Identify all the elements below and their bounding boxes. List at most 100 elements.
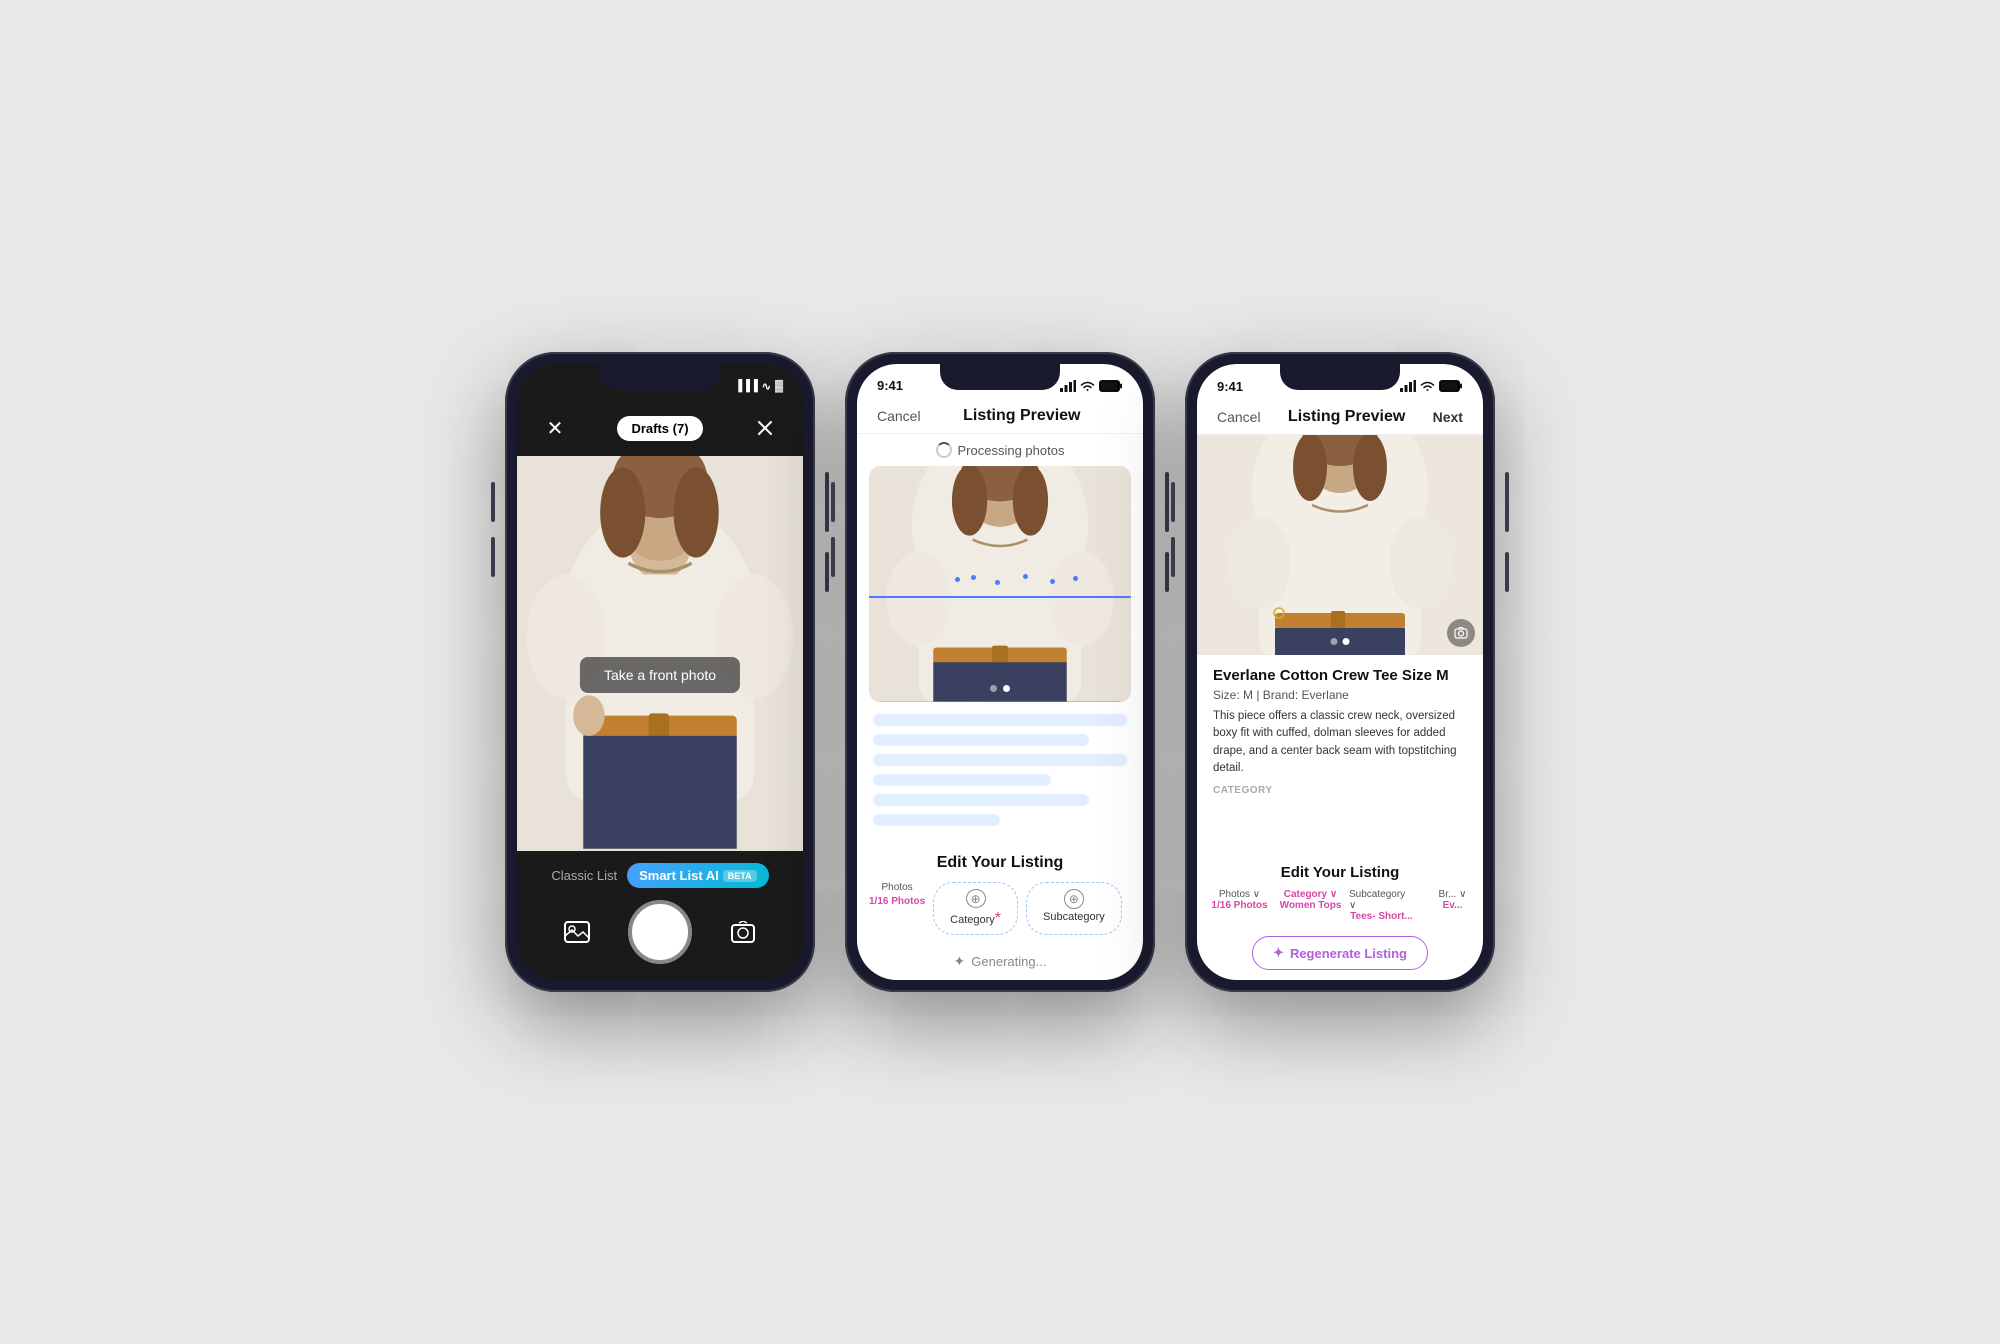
- scan-dots: [948, 572, 1105, 592]
- category-tab-value-3: Women Tops: [1280, 900, 1342, 911]
- camera-screen: ▐▐▐ ∿ ▓ ✕ Drafts (7): [517, 364, 803, 980]
- person-svg: [517, 456, 803, 851]
- listing-subtitle: Size: M | Brand: Everlane: [1213, 688, 1467, 702]
- processing-screen: 9:41: [857, 364, 1143, 980]
- cancel-button-3[interactable]: Cancel: [1217, 409, 1261, 425]
- cancel-button-2[interactable]: Cancel: [877, 408, 921, 424]
- nav-bar-3: Cancel Listing Preview Next: [1197, 400, 1483, 435]
- camera-bottom: Classic List Smart List AI BETA: [517, 851, 803, 980]
- processing-header: Processing photos: [857, 434, 1143, 466]
- skeleton-area: [857, 702, 1143, 846]
- battery-icon-3: [1439, 380, 1463, 392]
- camera-viewfinder: Take a front photo: [517, 456, 803, 851]
- signal-icon: ▐▐▐: [734, 380, 757, 392]
- skeleton-2: [873, 734, 1089, 746]
- detail-dot-2: [1343, 638, 1350, 645]
- subcategory-tab-value-3: Tees- Short...: [1350, 911, 1413, 922]
- gallery-icon: [564, 921, 590, 943]
- status-icons-3: [1400, 380, 1463, 392]
- image-dots: [990, 685, 1010, 692]
- regen-label: Regenerate Listing: [1290, 946, 1407, 961]
- img-dot-1: [990, 685, 997, 692]
- subcategory-tab[interactable]: ⊕ Subcategory: [1026, 882, 1122, 935]
- photos-tab-bottom: 1/16 Photos: [869, 896, 925, 907]
- classic-mode-label[interactable]: Classic List: [551, 868, 617, 883]
- listing-detail-image: [1197, 435, 1483, 655]
- wifi-icon: ∿: [762, 380, 771, 393]
- category-tab-3[interactable]: Category ∨ Women Tops: [1278, 889, 1343, 922]
- scan-dot-5: [1050, 579, 1055, 584]
- flip-camera-button[interactable]: [723, 912, 763, 952]
- next-button-3[interactable]: Next: [1433, 409, 1463, 425]
- listing-detail-screen: 9:41: [1197, 364, 1483, 980]
- img-dot-2: [1003, 685, 1010, 692]
- battery-icon: ▓: [775, 380, 783, 392]
- skeleton-1: [873, 714, 1127, 726]
- camera-edit-icon[interactable]: [1447, 619, 1475, 647]
- scan-dot-4: [1023, 574, 1028, 579]
- take-photo-overlay: Take a front photo: [580, 657, 740, 693]
- regen-icon: ✦: [1273, 945, 1284, 961]
- phone-3: 9:41: [1185, 352, 1495, 992]
- subcategory-tab-top-3: Subcategory ∨: [1349, 889, 1414, 911]
- wifi-icon-3: [1420, 380, 1435, 392]
- close-button[interactable]: ✕: [537, 410, 573, 446]
- listing-description: This piece offers a classic crew neck, o…: [1213, 708, 1467, 777]
- page-title-3: Listing Preview: [1288, 408, 1405, 426]
- edit-tabs: Photos 1/16 Photos ⊕ Category* ⊕ Subcate…: [857, 882, 1143, 943]
- flip-camera-icon: [730, 921, 756, 943]
- camera-topbar: ✕ Drafts (7): [517, 400, 803, 456]
- photos-tab-top: Photos: [882, 882, 913, 893]
- notch-2: [940, 364, 1060, 390]
- edit-tabs-3: Photos ∨ 1/16 Photos Category ∨ Women To…: [1197, 889, 1483, 930]
- shutter-button[interactable]: [628, 900, 692, 964]
- subcategory-tab-label: Subcategory: [1043, 911, 1105, 923]
- wifi-icon-2: [1080, 380, 1095, 392]
- generating-label: Generating...: [971, 954, 1046, 969]
- edit-section-title-3: Edit Your Listing: [1197, 860, 1483, 889]
- category-tab-top-3: Category ∨: [1284, 889, 1337, 900]
- edit-icon-button[interactable]: [747, 410, 783, 446]
- scan-dot-6: [1073, 576, 1078, 581]
- generating-icon: ✦: [954, 953, 966, 970]
- gallery-button[interactable]: [557, 912, 597, 952]
- brand-tab-3[interactable]: Br... ∨ Ev...: [1420, 889, 1483, 922]
- signal-icon-3: [1400, 380, 1416, 392]
- category-label: CATEGORY: [1213, 785, 1467, 796]
- phone-2: 9:41: [845, 352, 1155, 992]
- camera-photo: Take a front photo: [517, 456, 803, 851]
- photos-tab-top-3: Photos ∨: [1219, 889, 1260, 900]
- status-icons: ▐▐▐ ∿ ▓: [734, 380, 783, 393]
- skeleton-6: [873, 814, 1000, 826]
- category-tab-label: Category: [950, 914, 995, 926]
- category-icon: ⊕: [966, 889, 986, 908]
- subcategory-tab-3[interactable]: Subcategory ∨ Tees- Short...: [1349, 889, 1414, 922]
- photos-tab-3[interactable]: Photos ∨ 1/16 Photos: [1207, 889, 1272, 922]
- phones-container: ▐▐▐ ∿ ▓ ✕ Drafts (7): [505, 352, 1495, 992]
- drafts-badge[interactable]: Drafts (7): [617, 416, 702, 441]
- scan-line: [869, 596, 1131, 598]
- listing-image-area: [869, 466, 1131, 702]
- phone-1: ▐▐▐ ∿ ▓ ✕ Drafts (7): [505, 352, 815, 992]
- brand-tab-value-3: Ev...: [1443, 900, 1463, 911]
- signal-icon-2: [1060, 380, 1076, 392]
- detail-img-svg: [1197, 435, 1483, 655]
- listing-title: Everlane Cotton Crew Tee Size M: [1213, 667, 1467, 684]
- processing-spinner: [936, 442, 952, 458]
- scan-dot-2: [971, 575, 976, 580]
- status-time-2: 9:41: [877, 378, 903, 393]
- detail-dot-1: [1331, 638, 1338, 645]
- status-icons-2: [1060, 380, 1123, 392]
- camera-small-icon: [1454, 626, 1468, 640]
- skeleton-4: [873, 774, 1051, 786]
- listing-info: Everlane Cotton Crew Tee Size M Size: M …: [1197, 655, 1483, 860]
- category-tab[interactable]: ⊕ Category*: [933, 882, 1018, 935]
- camera-controls: [537, 900, 783, 964]
- regenerate-button[interactable]: ✦ Regenerate Listing: [1252, 936, 1428, 970]
- photos-tab[interactable]: Photos 1/16 Photos: [869, 882, 925, 935]
- nav-bar-2: Cancel Listing Preview: [857, 399, 1143, 434]
- smart-mode-button[interactable]: Smart List AI BETA: [627, 863, 769, 888]
- mode-switcher: Classic List Smart List AI BETA: [537, 863, 783, 888]
- status-time-3: 9:41: [1217, 379, 1243, 394]
- skeleton-3: [873, 754, 1127, 766]
